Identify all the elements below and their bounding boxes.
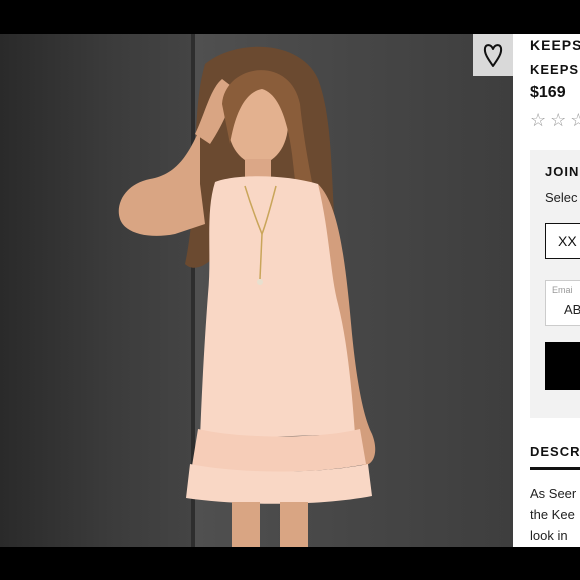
email-value: AB [564,302,580,317]
top-letterbox [0,0,580,34]
join-title: JOIN [545,164,580,179]
description-line: look in [530,528,568,543]
model-illustration [118,46,376,547]
description-line: the Kee [530,507,575,522]
size-option-label: XX [558,233,577,249]
email-field[interactable]: Emai AB [545,280,580,326]
rating-stars[interactable]: ☆☆☆ [530,110,580,131]
product-photo[interactable] [0,34,513,547]
favorite-button[interactable] [473,34,513,76]
join-submit-button[interactable] [545,342,580,390]
email-label: Emai [552,285,573,295]
description-line: As Seer [530,486,577,501]
product-brand: KEEPS [530,37,580,53]
heart-icon [483,44,503,67]
description-title: DESCR [530,444,580,459]
select-prompt: Selec [545,190,578,205]
product-info-panel: KEEPS KEEPS $169 ☆☆☆ JOIN Selec XX Emai … [513,34,580,547]
description-underline [530,467,580,470]
bottom-letterbox [0,547,580,580]
product-price: $169 [530,84,566,101]
size-option-button[interactable]: XX [545,223,580,259]
join-box: JOIN Selec XX Emai AB [530,150,580,418]
product-name: KEEPS [530,62,580,77]
